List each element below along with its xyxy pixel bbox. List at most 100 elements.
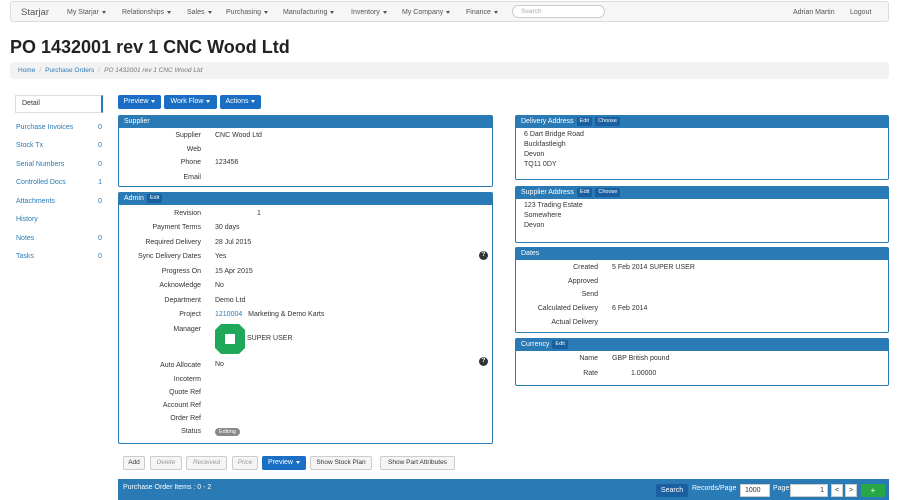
manager-link[interactable]: SUPER USER — [247, 335, 293, 342]
manager-label: Manager — [173, 326, 201, 333]
help-icon[interactable]: ? — [479, 251, 488, 260]
preview-button[interactable]: Preview — [118, 95, 161, 109]
sidebar-count: 1 — [98, 179, 102, 186]
department-value: Demo Ltd — [215, 297, 246, 304]
department-label: Department — [164, 297, 201, 304]
actual-delivery-label: Actual Delivery — [551, 319, 598, 326]
show-stock-plan-button[interactable]: Show Stock Plan — [310, 456, 372, 470]
breadcrumb-purchase-orders[interactable]: Purchase Orders — [45, 67, 94, 74]
add-row-button[interactable]: + — [861, 484, 885, 497]
actions-button[interactable]: Actions — [220, 95, 261, 109]
sidebar-item-attachments[interactable]: Attachments 0 — [16, 198, 102, 205]
admin-edit-button[interactable]: Edit — [146, 193, 163, 203]
project-code-link[interactable]: 1210004 — [215, 311, 242, 318]
created-value: 5 Feb 2014 SUPER USER — [612, 264, 695, 271]
supplier-label: Supplier — [175, 132, 201, 139]
items-preview-button[interactable]: Preview — [262, 456, 306, 470]
search-input[interactable]: Search — [512, 5, 605, 18]
items-search-button[interactable]: Search — [656, 484, 688, 497]
delete-item-button[interactable]: Delete — [150, 456, 182, 470]
records-per-page-label: Records/Page — [692, 485, 737, 492]
caret-down-icon — [207, 10, 212, 14]
calculated-delivery-value: 6 Feb 2014 — [612, 305, 648, 312]
caret-down-icon — [251, 99, 256, 103]
phone-label: Phone — [180, 159, 201, 166]
add-item-button[interactable]: Add — [123, 456, 145, 470]
sidebar-item-stock-tx[interactable]: Stock Tx 0 — [16, 142, 102, 149]
supplier-address-panel: Supplier Address Edit Choose 123 Trading E… — [515, 186, 889, 243]
acknowledge-label: Acknowledge — [159, 282, 201, 289]
menu-sales[interactable]: Sales — [187, 9, 212, 16]
incoterm-label: Incoterm — [173, 376, 201, 383]
status-badge: Editing — [215, 428, 240, 436]
sidebar-item-serial-numbers[interactable]: Serial Numbers 0 — [16, 161, 102, 168]
delivery-edit-button[interactable]: Edit — [576, 116, 593, 126]
supplier-address-edit-button[interactable]: Edit — [576, 187, 593, 197]
menu-relationships[interactable]: Relationships — [122, 9, 172, 16]
calculated-delivery-label: Calculated Delivery — [537, 305, 598, 312]
next-page-button[interactable]: > — [845, 484, 857, 497]
progress-on-label: Progress On — [161, 268, 201, 275]
panel-heading: Supplier Address Edit Choose — [516, 187, 888, 199]
supplier-panel: Supplier Supplier CNC Wood Ltd Web Phone… — [118, 115, 493, 187]
sidebar-count: 0 — [98, 161, 102, 168]
panel-heading: Supplier — [119, 116, 492, 128]
currency-name-label: Name — [579, 355, 598, 362]
menu-manufacturing[interactable]: Manufacturing — [283, 9, 335, 16]
sidebar-item-detail[interactable]: Detail — [15, 95, 103, 113]
address-line: Somewhere — [524, 212, 562, 219]
sidebar-item-history[interactable]: History — [16, 216, 102, 223]
menu-finance[interactable]: Finance — [466, 9, 498, 16]
workflow-button[interactable]: Work Flow — [164, 95, 217, 109]
rate-value: 1.00000 — [631, 370, 657, 377]
sidebar-item-controlled-docs[interactable]: Controlled Docs 1 — [16, 179, 102, 186]
delivery-choose-button[interactable]: Choose — [595, 116, 620, 126]
required-delivery-label: Required Delivery — [145, 239, 201, 246]
currency-edit-button[interactable]: Edit — [552, 339, 568, 349]
rate-label: Rate — [583, 370, 598, 377]
sidebar-count: 0 — [98, 124, 102, 131]
phone-value: 123456 — [215, 159, 239, 166]
created-label: Created — [573, 264, 598, 271]
show-part-attributes-button[interactable]: Show Part Attributes — [380, 456, 455, 470]
sync-delivery-label: Sync Delivery Dates — [137, 253, 201, 260]
delivery-address-panel: Delivery Address Edit Choose 6 Dart Bridge… — [515, 115, 889, 180]
send-label: Send — [581, 291, 598, 298]
progress-on-value: 15 Apr 2015 — [215, 268, 253, 275]
breadcrumb: Home / Purchase Orders / PO 1432001 rev 1 CN… — [10, 62, 889, 79]
menu-purchasing[interactable]: Purchasing — [226, 9, 269, 16]
help-icon[interactable]: ? — [479, 357, 488, 366]
caret-down-icon — [382, 10, 387, 14]
status-label: Status — [181, 428, 201, 435]
account-ref-label: Account Ref — [162, 402, 201, 409]
admin-panel: Admin Edit Revision 1 Payment Terms 30 da… — [118, 192, 493, 444]
breadcrumb-home[interactable]: Home — [18, 67, 35, 74]
payment-terms-label: Payment Terms — [152, 224, 202, 231]
auto-allocate-label: Auto Allocate — [160, 362, 201, 369]
user-name-link[interactable]: Adrian Martin — [793, 9, 835, 16]
caret-down-icon — [295, 460, 300, 464]
caret-down-icon — [206, 99, 211, 103]
supplier-link[interactable]: CNC Wood Ltd — [215, 132, 262, 139]
auto-allocate-value: No — [215, 361, 224, 368]
page-number-input[interactable]: 1 — [790, 484, 828, 497]
menu-my-starjar[interactable]: My Starjar — [67, 9, 106, 16]
brand-logo[interactable]: Starjar — [21, 7, 49, 18]
sidebar-item-purchase-invoices[interactable]: Purchase Invoices 0 — [16, 124, 102, 131]
price-button[interactable]: Price — [232, 456, 258, 470]
sidebar-item-tasks[interactable]: Tasks 0 — [16, 253, 102, 260]
menu-inventory[interactable]: Inventory — [351, 9, 387, 16]
dates-panel: Dates Created 5 Feb 2014 SUPER USER Appr… — [515, 247, 889, 333]
prev-page-button[interactable]: < — [831, 484, 843, 497]
menu-my-company[interactable]: My Company — [402, 9, 451, 16]
quote-ref-label: Quote Ref — [169, 389, 201, 396]
breadcrumb-current: PO 1432001 rev 1 CNC Wood Ltd — [104, 67, 203, 74]
records-per-page-input[interactable]: 1000 — [740, 484, 770, 497]
sidebar-item-notes[interactable]: Notes 0 — [16, 235, 102, 242]
revision-label: Revision — [174, 210, 201, 217]
logout-link[interactable]: Logout — [850, 9, 871, 16]
received-button[interactable]: Received — [186, 456, 227, 470]
page-label: Page — [773, 485, 790, 492]
address-line: Devon — [524, 151, 545, 158]
supplier-address-choose-button[interactable]: Choose — [595, 187, 621, 197]
